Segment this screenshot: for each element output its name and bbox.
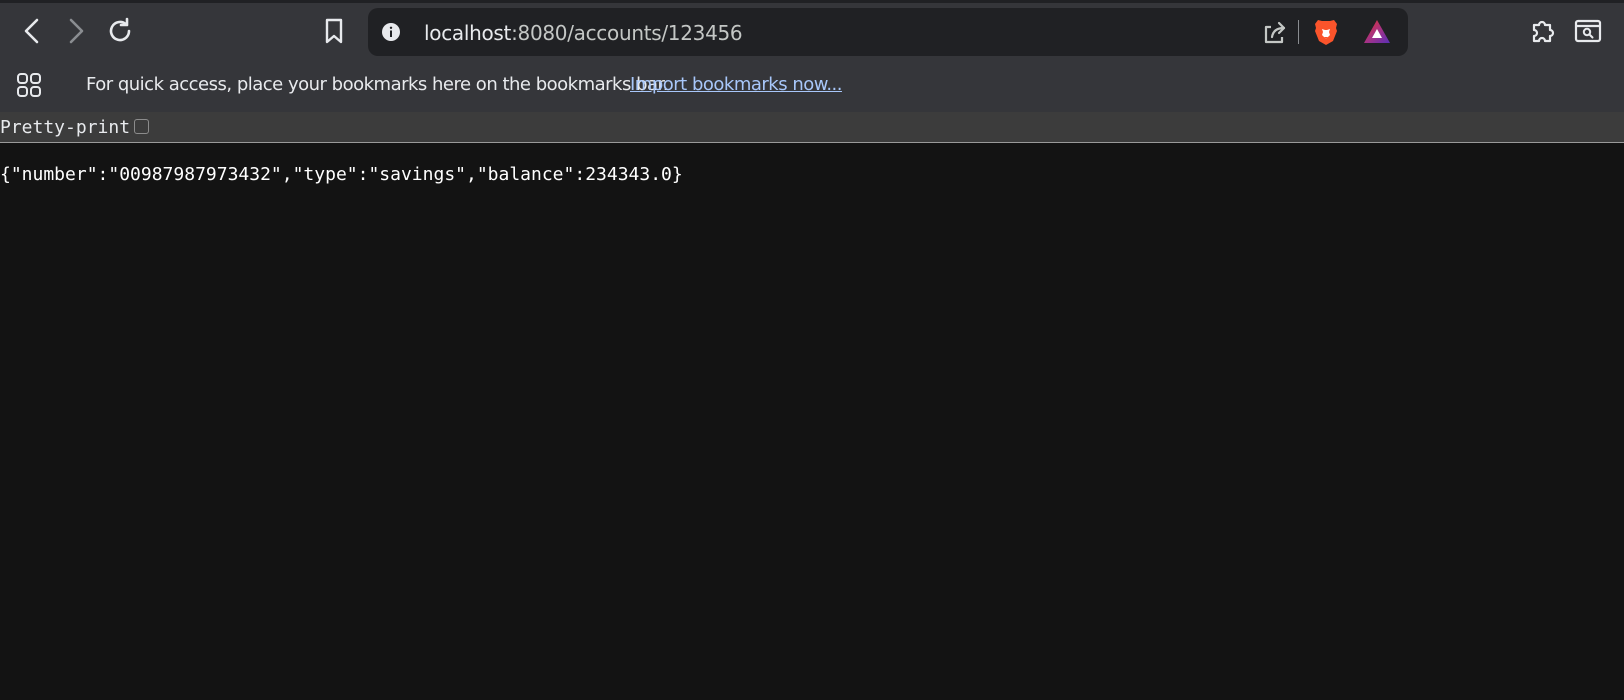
pretty-print-checkbox[interactable] bbox=[134, 119, 149, 134]
bookmarks-bar: For quick access, place your bookmarks h… bbox=[0, 62, 1624, 112]
brave-rewards-button[interactable] bbox=[1362, 8, 1392, 56]
import-bookmarks-link[interactable]: Import bookmarks now... bbox=[630, 74, 842, 95]
apps-grid-icon[interactable] bbox=[16, 72, 42, 98]
json-content: {"number":"00987987973432","type":"savin… bbox=[0, 164, 683, 185]
back-button[interactable] bbox=[14, 13, 50, 49]
brave-lion-icon bbox=[1315, 20, 1337, 45]
extensions-button[interactable] bbox=[1526, 13, 1562, 49]
pretty-print-bar: Pretty-print bbox=[0, 112, 1624, 143]
reading-list-button[interactable] bbox=[1570, 13, 1606, 49]
triangle-icon bbox=[1364, 20, 1390, 43]
url-host: localhost bbox=[424, 21, 512, 45]
chevron-left-icon bbox=[24, 18, 39, 44]
url-path: :8080/accounts/123456 bbox=[511, 21, 743, 45]
reload-icon bbox=[109, 17, 131, 42]
chevron-right-icon bbox=[69, 18, 84, 44]
address-bar[interactable]: localhost:8080/accounts/123456 bbox=[368, 8, 1408, 56]
info-icon[interactable] bbox=[381, 22, 401, 42]
brave-shields-button[interactable] bbox=[1313, 8, 1339, 56]
reload-button[interactable] bbox=[102, 13, 138, 49]
share-button[interactable] bbox=[1260, 8, 1288, 56]
omnibox-divider bbox=[1298, 20, 1299, 44]
forward-button[interactable] bbox=[58, 13, 94, 49]
browser-toolbar: localhost:8080/accounts/123456 bbox=[0, 0, 1624, 62]
window-search-icon bbox=[1574, 19, 1602, 43]
bookmark-button[interactable] bbox=[316, 13, 352, 49]
share-icon bbox=[1264, 21, 1286, 44]
bookmarks-bar-message: For quick access, place your bookmarks h… bbox=[86, 74, 669, 95]
pretty-print-label: Pretty-print bbox=[0, 117, 131, 138]
url-text[interactable]: localhost:8080/accounts/123456 bbox=[424, 21, 743, 45]
bookmark-icon bbox=[325, 18, 343, 44]
puzzle-icon bbox=[1532, 20, 1555, 43]
